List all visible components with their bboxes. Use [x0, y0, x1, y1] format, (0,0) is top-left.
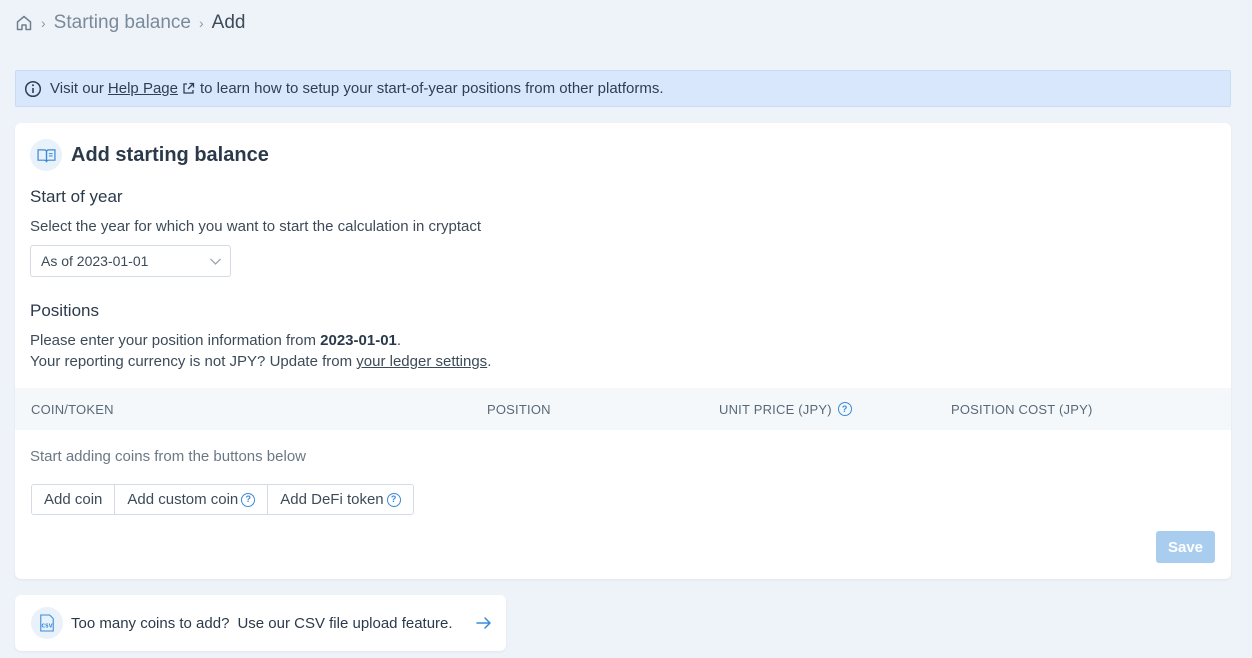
column-header-label: UNIT PRICE (JPY)	[719, 401, 832, 417]
breadcrumb-parent[interactable]: Starting balance	[54, 12, 191, 34]
currency-note-prefix: Your reporting currency is not JPY? Upda…	[30, 353, 353, 370]
help-question-icon[interactable]: ?	[386, 492, 401, 507]
card-title: Add starting balance	[71, 143, 269, 166]
column-header-unit-price: UNIT PRICE (JPY) ?	[719, 388, 852, 430]
column-header-position-cost: POSITION COST (JPY)	[951, 388, 1093, 430]
book-icon	[30, 139, 62, 171]
breadcrumb-current: Add	[211, 12, 246, 33]
add-defi-token-button[interactable]: Add DeFi token ?	[268, 485, 413, 514]
positions-start-date: 2023-01-01	[320, 332, 397, 349]
column-header-position: POSITION	[487, 388, 551, 430]
currency-note-suffix: .	[487, 353, 492, 370]
external-link-icon[interactable]	[182, 82, 195, 95]
add-coin-button[interactable]: Add coin	[32, 485, 116, 514]
add-coin-button-group: Add coin Add custom coin ? Add DeFi toke…	[31, 484, 414, 515]
csv-file-icon: CSV	[31, 607, 63, 639]
start-of-year-title: Start of year	[30, 187, 123, 206]
start-of-year-description: Select the year for which you want to st…	[30, 218, 482, 235]
column-header-label: POSITION	[487, 401, 551, 417]
breadcrumb-separator: ›	[41, 15, 46, 31]
column-header-coin: COIN/TOKEN	[31, 388, 114, 430]
add-starting-balance-card: Add starting balance Start of year Selec…	[15, 123, 1231, 579]
positions-line1-prefix: Please enter your position information f…	[30, 332, 316, 349]
start-year-select[interactable]: As of 2023-01-01	[30, 245, 231, 277]
card-header: Add starting balance	[30, 139, 269, 171]
ledger-settings-link[interactable]: your ledger settings	[356, 353, 487, 370]
positions-table-header: COIN/TOKEN POSITION UNIT PRICE (JPY) ? P…	[15, 388, 1231, 430]
banner-prefix: Visit our	[50, 80, 104, 97]
reporting-currency-note: Your reporting currency is not JPY? Upda…	[30, 353, 491, 370]
help-page-link[interactable]: Help Page	[108, 80, 178, 97]
arrow-right-icon[interactable]	[475, 614, 493, 632]
help-question-icon[interactable]: ?	[241, 492, 256, 507]
breadcrumb-separator: ›	[199, 15, 204, 31]
column-header-label: POSITION COST (JPY)	[951, 401, 1093, 417]
help-question-icon[interactable]: ?	[837, 402, 852, 416]
breadcrumb: › Starting balance › Add	[15, 10, 245, 36]
csv-upload-card[interactable]: CSV Too many coins to add? Use our CSV f…	[15, 595, 506, 651]
empty-table-message: Start adding coins from the buttons belo…	[30, 448, 306, 465]
chevron-down-icon	[209, 255, 222, 268]
info-banner: Visit our Help Page to learn how to setu…	[15, 70, 1231, 107]
banner-suffix: to learn how to setup your start-of-year…	[199, 80, 664, 97]
csv-icon-label: CSV	[42, 623, 53, 629]
add-custom-coin-button[interactable]: Add custom coin ?	[115, 485, 269, 514]
home-icon[interactable]	[15, 14, 33, 32]
positions-title: Positions	[30, 301, 99, 320]
positions-line1-suffix: .	[396, 332, 402, 349]
positions-instruction: Please enter your position information f…	[30, 332, 401, 349]
info-icon	[24, 80, 42, 98]
add-coin-label: Add coin	[44, 491, 103, 508]
csv-upload-text: Use our CSV file upload feature.	[237, 614, 453, 632]
csv-question: Too many coins to add?	[71, 614, 230, 632]
save-button[interactable]: Save	[1156, 531, 1215, 563]
add-defi-token-label: Add DeFi token	[280, 491, 384, 508]
start-year-select-value: As of 2023-01-01	[41, 253, 149, 269]
add-custom-coin-label: Add custom coin	[127, 491, 239, 508]
column-header-label: COIN/TOKEN	[31, 401, 114, 417]
